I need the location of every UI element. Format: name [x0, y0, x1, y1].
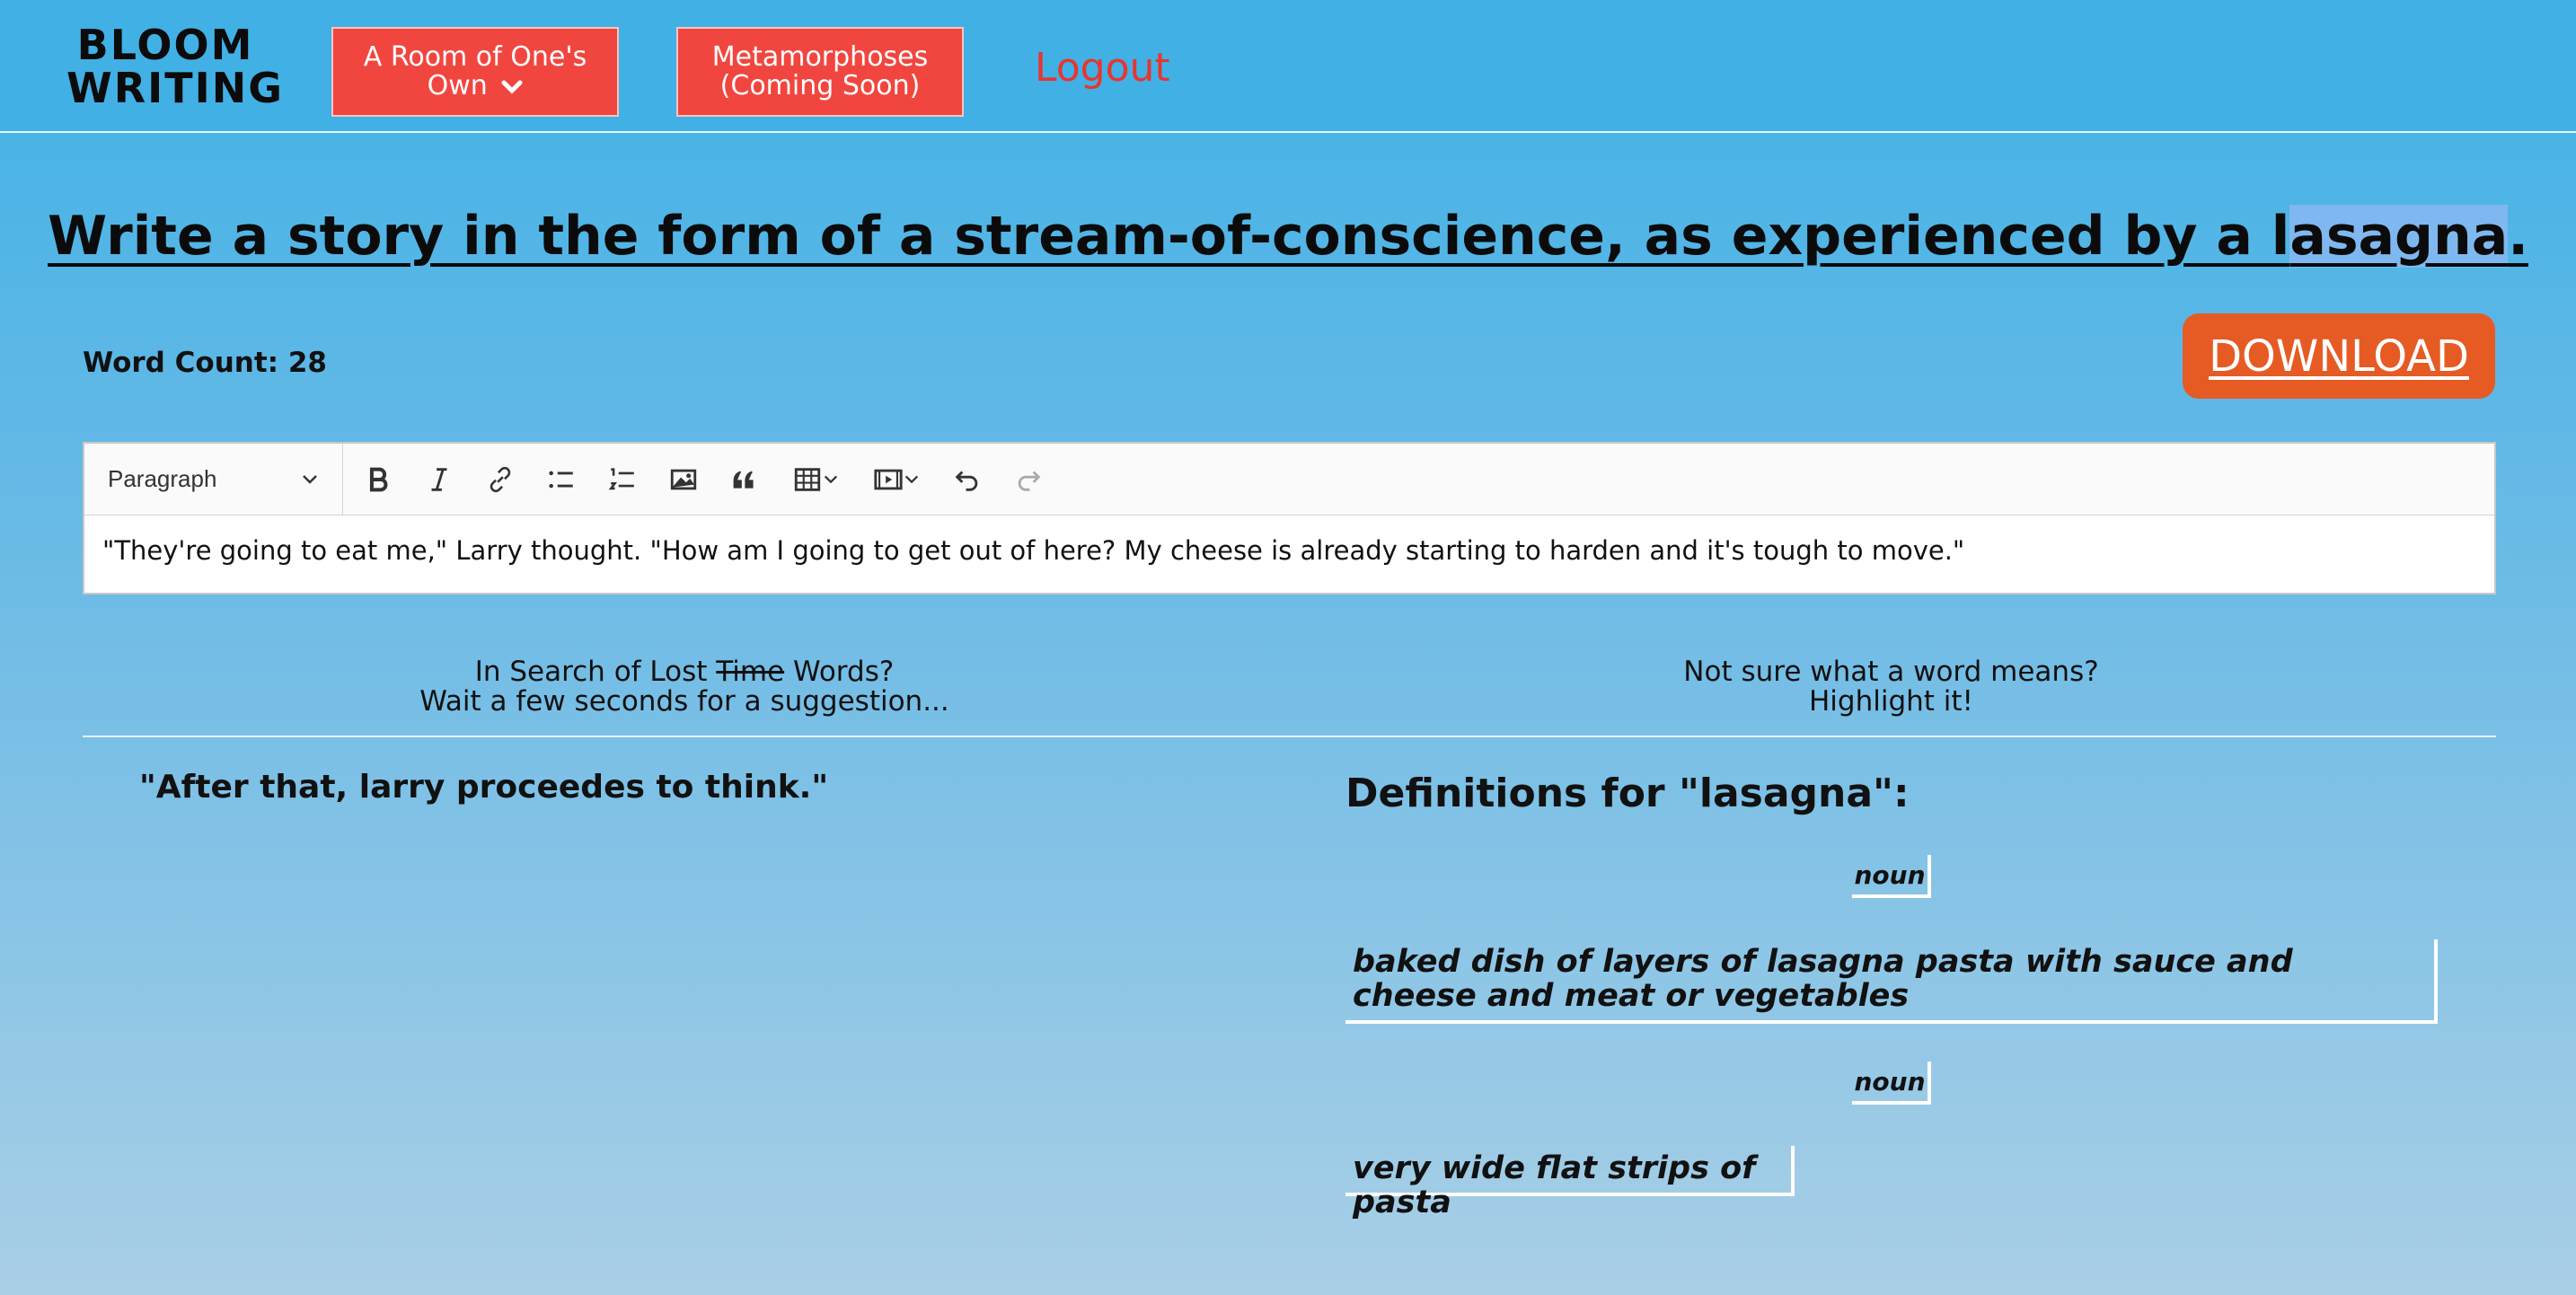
bulleted-list-button[interactable] — [535, 454, 587, 506]
insert-table-button[interactable] — [780, 454, 851, 506]
word-count: Word Count: 28 — [83, 347, 327, 379]
insert-media-button[interactable] — [860, 454, 932, 506]
writing-prompt: Write a story in the form of a stream-of… — [0, 205, 2576, 268]
logo-line1: BLOOM — [76, 21, 254, 69]
numbered-list-button[interactable] — [596, 454, 648, 506]
editor-content[interactable]: "They're going to eat me," Larry thought… — [84, 515, 2494, 586]
suggestion-hint-prefix: In Search of Lost — [474, 656, 717, 688]
block-format-value: Paragraph — [108, 465, 217, 492]
definition-hint-line1: Not sure what a word means? — [1683, 656, 2099, 688]
top-nav: BLOOM WRITING A Room of One's Own Metamo… — [0, 0, 2576, 133]
rich-text-editor: Paragraph "They're going to eat me," Lar… — [83, 442, 2496, 595]
italic-icon — [431, 467, 447, 491]
bold-button[interactable] — [352, 454, 404, 506]
suggestion-hint-line2: Wait a few seconds for a suggestion... — [419, 685, 949, 718]
panel-divider — [83, 736, 2496, 737]
suggestion-hint-suffix: Words? — [784, 656, 895, 688]
nav-metamorphoses-button[interactable]: Metamorphoses (Coming Soon) — [676, 27, 964, 117]
chevron-down-icon — [303, 474, 317, 484]
part-of-speech-label: noun — [1852, 1062, 1931, 1105]
block-format-dropdown[interactable]: Paragraph — [84, 444, 343, 515]
nav-metamorphoses-line2: (Coming Soon) — [719, 70, 921, 101]
editor-toolbar: Paragraph — [84, 444, 2494, 515]
suggestion-text: "After that, larry proceedes to think." — [139, 769, 829, 806]
suggestion-hint-strike: Time — [716, 656, 785, 688]
link-icon — [490, 466, 511, 492]
logo-line2: WRITING — [66, 64, 285, 112]
undo-button[interactable] — [941, 454, 993, 506]
definition-hint-line2: Highlight it! — [1808, 685, 1973, 718]
italic-button[interactable] — [413, 454, 465, 506]
nav-room-label-line1: A Room of One's — [363, 41, 587, 73]
part-of-speech-label: noun — [1852, 855, 1931, 898]
table-icon — [794, 467, 821, 491]
link-button[interactable] — [474, 454, 526, 506]
insert-image-button[interactable] — [657, 454, 710, 506]
nav-room-label-line2: Own — [427, 70, 488, 101]
definition-entry: baked dish of layers of lasagna pasta wi… — [1345, 939, 2438, 1024]
numbered-list-icon — [608, 467, 634, 489]
media-icon — [874, 469, 903, 489]
prompt-period: . — [2508, 205, 2528, 268]
bold-icon — [369, 467, 388, 491]
quote-icon — [733, 470, 754, 489]
undo-icon — [955, 470, 978, 491]
prompt-highlighted-text: asagna — [2289, 205, 2509, 268]
blockquote-button[interactable] — [719, 454, 771, 506]
definitions-title: Definitions for "lasagna": — [1345, 771, 1910, 816]
logout-link[interactable]: Logout — [1035, 45, 1170, 91]
chevron-down-icon — [824, 475, 838, 483]
definition-hint: Not sure what a word means? Highlight it… — [1286, 657, 2496, 717]
definition-entry: very wide flat strips of pasta — [1345, 1146, 1795, 1220]
redo-button[interactable] — [1002, 454, 1054, 506]
download-button[interactable]: DOWNLOAD — [2183, 313, 2495, 399]
chevron-down-icon — [501, 80, 523, 94]
chevron-down-icon — [904, 475, 919, 483]
prompt-text: Write a story in the form of a stream-of… — [48, 205, 2290, 268]
redo-icon — [1018, 470, 1041, 491]
nav-metamorphoses-line1: Metamorphoses — [711, 41, 929, 73]
bulleted-list-icon — [549, 471, 573, 488]
suggestion-hint: In Search of Lost Time Words? Wait a few… — [83, 657, 1286, 717]
nav-room-dropdown-button[interactable]: A Room of One's Own — [331, 27, 619, 117]
image-icon — [670, 469, 697, 489]
logo[interactable]: BLOOM WRITING — [66, 21, 285, 112]
